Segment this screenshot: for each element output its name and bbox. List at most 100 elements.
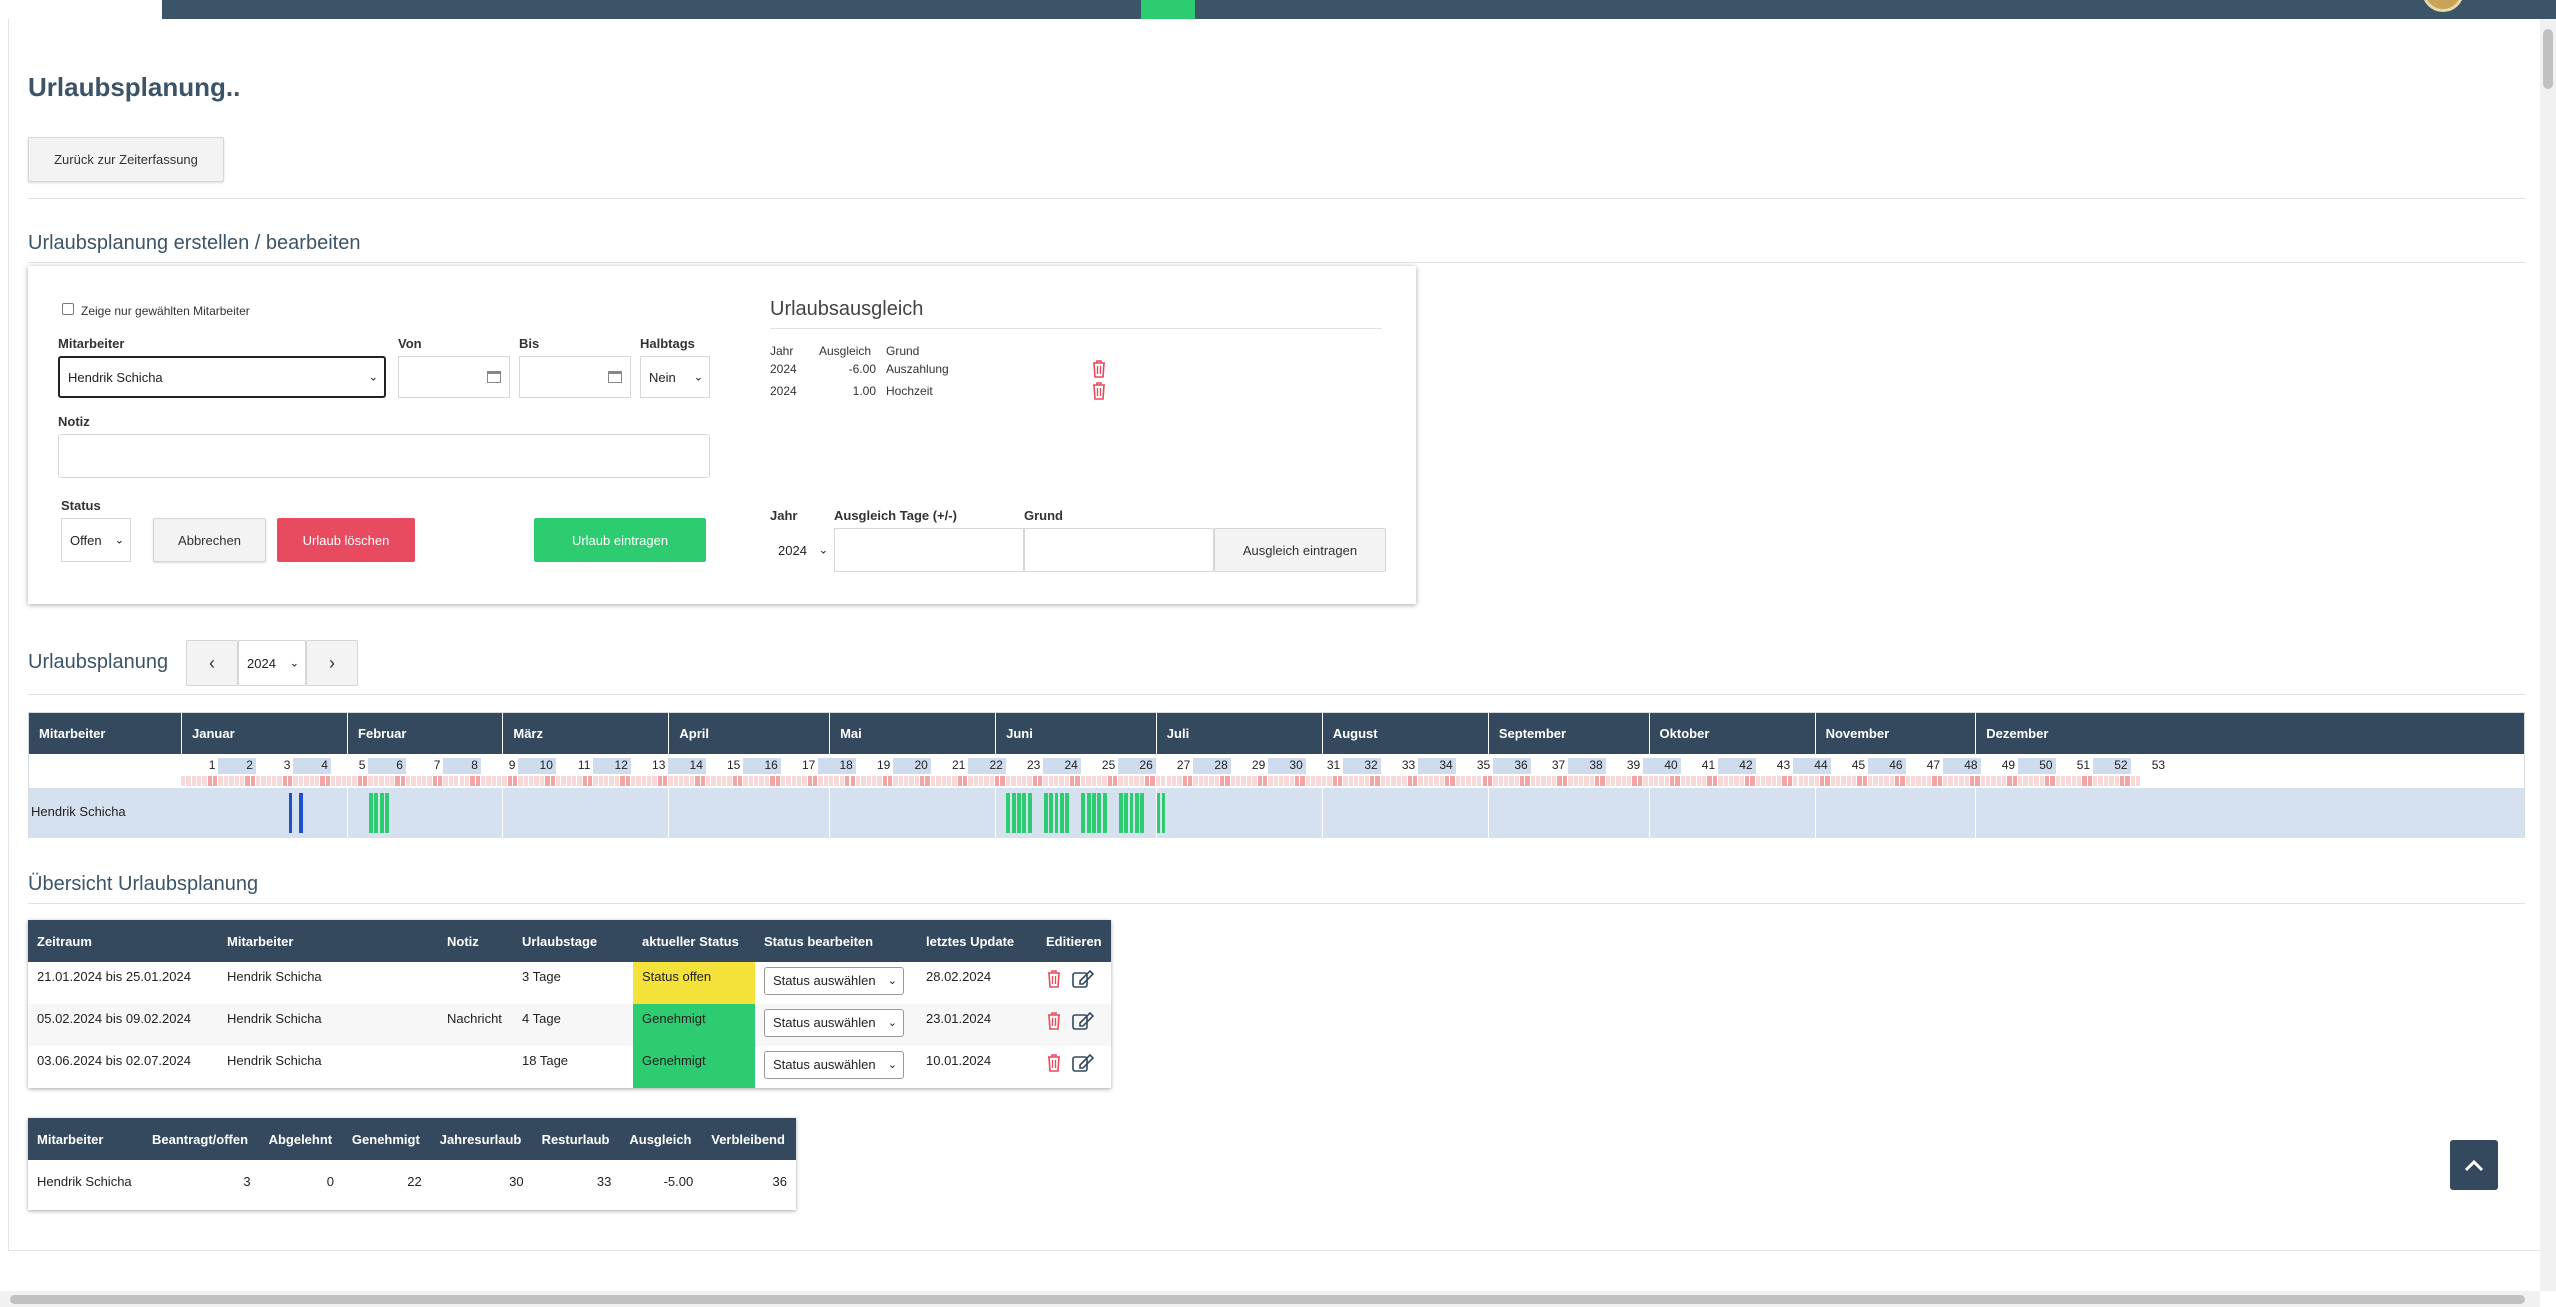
note-input[interactable] bbox=[58, 434, 710, 478]
gantt-row[interactable] bbox=[29, 788, 2524, 838]
day-cell bbox=[657, 776, 663, 786]
vacation-day-bar[interactable] bbox=[1054, 793, 1059, 833]
avatar[interactable] bbox=[2422, 0, 2464, 12]
vacation-day-bar[interactable] bbox=[1129, 793, 1134, 833]
day-cell bbox=[282, 776, 288, 786]
day-cell bbox=[1000, 776, 1005, 786]
day-cell bbox=[813, 776, 818, 786]
from-date-input[interactable] bbox=[398, 356, 510, 398]
calendar-icon[interactable] bbox=[487, 371, 501, 383]
calendar-icon[interactable] bbox=[608, 371, 622, 383]
status-badge: Status offen bbox=[633, 962, 755, 1004]
only-selected-checkbox[interactable] bbox=[62, 303, 74, 315]
edit-icon[interactable] bbox=[1072, 1053, 1094, 1073]
vacation-day-bar[interactable] bbox=[1118, 793, 1123, 833]
vacation-day-bar[interactable] bbox=[1140, 793, 1145, 833]
edit-icon[interactable] bbox=[1072, 1011, 1094, 1031]
vacation-day-bar[interactable] bbox=[1124, 793, 1128, 833]
vertical-scrollbar[interactable] bbox=[2540, 19, 2556, 1291]
week-number: 27 bbox=[1176, 758, 1191, 772]
to-date-input[interactable] bbox=[519, 356, 631, 398]
vacation-day-bar[interactable] bbox=[1134, 793, 1139, 833]
nav-active-tab[interactable] bbox=[0, 0, 162, 19]
vacation-day-bar[interactable] bbox=[1086, 793, 1091, 833]
vacation-day-bar[interactable] bbox=[1027, 793, 1032, 833]
nav-indicator[interactable] bbox=[1141, 0, 1195, 19]
submit-vacation-button[interactable]: Urlaub eintragen bbox=[534, 518, 706, 562]
table-row[interactable]: 21.01.2024 bis 25.01.2024 Hendrik Schich… bbox=[28, 962, 1111, 1004]
back-button[interactable]: Zurück zur Zeiterfassung bbox=[28, 137, 224, 182]
scrollbar-thumb[interactable] bbox=[10, 1295, 2525, 1304]
vacation-day-bar[interactable] bbox=[1022, 793, 1027, 833]
balance-reason-input[interactable] bbox=[1024, 528, 1214, 572]
prev-year-button[interactable]: ‹ bbox=[186, 640, 238, 686]
next-year-button[interactable]: › bbox=[306, 640, 358, 686]
cell-period: 03.06.2024 bis 02.07.2024 bbox=[37, 1053, 191, 1068]
vacation-day-bar[interactable] bbox=[1043, 793, 1048, 833]
vacation-day-bar[interactable] bbox=[1065, 793, 1070, 833]
scrollbar-thumb[interactable] bbox=[2543, 29, 2553, 89]
cancel-button[interactable]: Abbrechen bbox=[153, 518, 266, 562]
halfday-select[interactable]: Nein ⌄ bbox=[640, 356, 710, 398]
from-label: Von bbox=[398, 336, 422, 351]
vacation-day-bar[interactable] bbox=[374, 793, 379, 833]
scroll-top-button[interactable] bbox=[2450, 1140, 2498, 1190]
status-select[interactable]: Status auswählen ⌄ bbox=[764, 967, 904, 995]
day-cell bbox=[2018, 776, 2023, 786]
vacation-day-bar[interactable] bbox=[1081, 793, 1086, 833]
day-cell bbox=[1043, 776, 1048, 786]
balance-days-input[interactable] bbox=[834, 528, 1024, 572]
vacation-day-bar[interactable] bbox=[1092, 793, 1096, 833]
trash-icon[interactable] bbox=[1091, 359, 1107, 379]
vacation-day-bar[interactable] bbox=[379, 793, 384, 833]
table-row[interactable]: 05.02.2024 bis 09.02.2024 Hendrik Schich… bbox=[28, 1004, 1111, 1046]
day-cell bbox=[1996, 776, 2002, 786]
day-cell bbox=[1032, 776, 1037, 786]
vacation-day-bar[interactable] bbox=[1156, 793, 1161, 833]
day-cell bbox=[2077, 776, 2082, 786]
day-cell bbox=[255, 776, 261, 786]
horizontal-scrollbar[interactable] bbox=[0, 1291, 2540, 1307]
trash-icon[interactable] bbox=[1046, 1011, 1062, 1031]
vacation-day-bar[interactable] bbox=[1059, 793, 1064, 833]
vacation-day-bar[interactable] bbox=[1097, 793, 1102, 833]
edit-icon[interactable] bbox=[1072, 969, 1094, 989]
status-select[interactable]: Status auswählen ⌄ bbox=[764, 1051, 904, 1079]
vacation-day-bar[interactable] bbox=[385, 793, 389, 833]
vacation-day-bar[interactable] bbox=[1011, 793, 1016, 833]
vacation-day-bar[interactable] bbox=[1017, 793, 1021, 833]
month-divider bbox=[1814, 788, 1816, 838]
delete-vacation-button[interactable]: Urlaub löschen bbox=[277, 518, 415, 562]
status-select[interactable]: Status auswählen ⌄ bbox=[764, 1009, 904, 1037]
year-select[interactable]: 2024 ⌄ bbox=[238, 640, 306, 686]
vacation-day-bar[interactable] bbox=[299, 793, 304, 833]
vacation-day-bar[interactable] bbox=[368, 793, 373, 833]
week-number: 51 bbox=[2076, 758, 2091, 772]
vacation-day-bar[interactable] bbox=[1006, 793, 1011, 833]
trash-icon[interactable] bbox=[1046, 1053, 1062, 1073]
employee-select[interactable]: Hendrik Schicha ⌄ bbox=[58, 356, 386, 398]
status-select[interactable]: Offen ⌄ bbox=[61, 518, 131, 562]
vacation-day-bar[interactable] bbox=[1161, 793, 1166, 833]
status-select-value: Status auswählen bbox=[773, 973, 876, 988]
balance-submit-button[interactable]: Ausgleich eintragen bbox=[1214, 528, 1386, 572]
trash-icon[interactable] bbox=[1046, 969, 1062, 989]
day-cell bbox=[855, 776, 861, 786]
month-divider bbox=[995, 788, 997, 838]
table-row[interactable]: 03.06.2024 bis 02.07.2024 Hendrik Schich… bbox=[28, 1046, 1111, 1088]
vacation-day-bar[interactable] bbox=[1049, 793, 1054, 833]
vacation-day-bar[interactable] bbox=[288, 793, 293, 833]
balance-year-select[interactable]: 2024 ⌄ bbox=[770, 528, 834, 572]
day-cell bbox=[1873, 776, 1878, 786]
balance-header-year: Jahr bbox=[770, 344, 794, 358]
overview-header-row: Zeitraum Mitarbeiter Notiz Urlaubstage a… bbox=[28, 920, 1111, 962]
day-cell bbox=[1359, 776, 1364, 786]
chevron-down-icon: ⌄ bbox=[693, 371, 703, 384]
trash-icon[interactable] bbox=[1091, 381, 1107, 401]
day-cell bbox=[314, 776, 320, 786]
balance-row-reason: Auszahlung bbox=[886, 362, 949, 376]
cell-employee: Hendrik Schicha bbox=[37, 1174, 132, 1189]
day-cell bbox=[1546, 776, 1552, 786]
vacation-day-bar[interactable] bbox=[1102, 793, 1107, 833]
day-cell bbox=[1177, 776, 1182, 786]
